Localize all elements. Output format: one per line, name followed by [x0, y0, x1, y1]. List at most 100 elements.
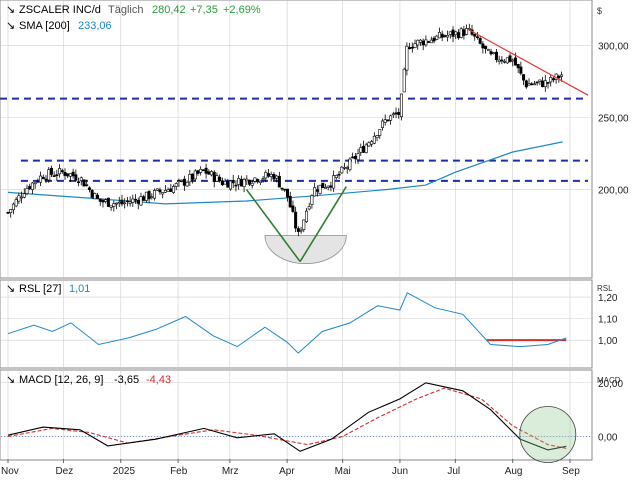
candle-body	[421, 40, 425, 46]
candle-body	[218, 176, 222, 182]
price-change-pct: +2,69%	[223, 4, 261, 16]
x-tick-label: Aug	[505, 466, 523, 477]
candle-body	[85, 184, 89, 187]
candle-body	[291, 205, 295, 212]
x-tick-label: Feb	[170, 466, 188, 477]
price-change: +7,35	[190, 4, 218, 16]
candle-body	[397, 112, 401, 115]
chart-period: Täglich	[108, 4, 143, 16]
candle-body	[96, 194, 100, 199]
candle-body	[134, 198, 138, 201]
candle-body	[39, 175, 43, 183]
candle-body	[128, 201, 132, 204]
candle-body	[22, 193, 26, 198]
candle-body	[280, 187, 284, 190]
candle-body	[432, 37, 436, 42]
candle-body	[345, 167, 349, 169]
candle-body	[494, 51, 498, 60]
sma-label: SMA [200]	[19, 20, 70, 32]
macd-highlight-circle	[519, 406, 577, 463]
candle-body	[323, 187, 327, 189]
candle-body	[364, 144, 368, 153]
candle-body	[546, 82, 550, 84]
candle-body	[437, 32, 441, 39]
candle-body	[267, 173, 271, 177]
candle-body	[402, 68, 406, 93]
rsl-header: ↘ RSL [27] 1,01 RSL	[6, 283, 613, 295]
candle-body	[481, 43, 485, 49]
rsl-tick-label: 1,20	[598, 293, 618, 304]
candle-body	[93, 193, 97, 200]
candle-body	[155, 188, 159, 191]
candle-body	[299, 229, 303, 232]
candle-body	[359, 147, 363, 153]
candle-body	[500, 59, 504, 62]
candle-body	[248, 179, 252, 185]
candle-body	[163, 189, 167, 193]
candle-body	[261, 178, 265, 181]
candle-body	[11, 203, 15, 211]
candle-body	[508, 55, 512, 62]
candle-body	[90, 189, 94, 198]
candle-body	[33, 182, 37, 185]
candle-body	[383, 119, 387, 123]
candle-body	[408, 47, 412, 50]
candle-body	[258, 180, 262, 183]
sma-value: 233,06	[78, 20, 112, 32]
x-tick-label: Sep	[562, 466, 580, 477]
candle-body	[511, 59, 515, 62]
candle-body	[169, 188, 173, 192]
candle-body	[250, 182, 254, 186]
candle-body	[378, 129, 382, 136]
candle-body	[82, 179, 86, 187]
candle-body	[229, 180, 233, 190]
candle-body	[489, 51, 493, 55]
candle-body	[332, 175, 336, 189]
candle-body	[503, 61, 507, 63]
sma-icon: ↘	[6, 20, 15, 32]
candle-body	[424, 39, 428, 46]
candle-body	[77, 181, 81, 184]
price-tick-label: 200,00	[598, 185, 629, 196]
candle-body	[237, 178, 241, 185]
candle-body	[549, 77, 553, 83]
candle-body	[541, 80, 545, 88]
rsl-tick-label: 1,10	[598, 315, 618, 326]
candle-body	[87, 187, 91, 190]
candle-body	[418, 39, 422, 43]
candle-body	[136, 200, 140, 204]
candle-body	[310, 195, 314, 205]
candle-body	[161, 192, 165, 195]
candle-body	[302, 219, 306, 230]
rsl-tick-label: 1,00	[598, 336, 618, 347]
price-axis-ticks: 200,00 250,00 300,00	[598, 41, 629, 196]
candle-body	[435, 35, 439, 40]
candle-body	[486, 49, 490, 51]
candle-body	[465, 28, 469, 35]
candle-body	[125, 200, 129, 203]
candle-body	[120, 199, 124, 205]
candle-body	[340, 166, 344, 174]
candle-body	[522, 74, 526, 81]
candle-body	[41, 176, 45, 180]
candle-body	[239, 178, 243, 187]
price-tick-label: 250,00	[598, 113, 629, 124]
candle-body	[104, 199, 108, 202]
rsl-axis-ticks: 1,00 1,10 1,20	[598, 293, 618, 347]
candle-body	[478, 37, 482, 44]
stock-chart-svg: 200,00 250,00 300,00 1,00 1,10 1,20 0,0020,0…	[0, 0, 629, 477]
candle-body	[519, 66, 523, 74]
candle-body	[63, 171, 67, 176]
candle-body	[318, 184, 322, 194]
candle-body	[117, 201, 121, 204]
candle-body	[446, 34, 450, 38]
candle-body	[410, 46, 414, 49]
candle-body	[440, 33, 444, 38]
candle-body	[492, 52, 496, 54]
candle-body	[370, 141, 374, 145]
candle-body	[245, 178, 249, 182]
candle-body	[207, 171, 211, 175]
rounded-bottom-shading	[264, 235, 347, 264]
candle-body	[25, 188, 29, 194]
candle-body	[74, 174, 78, 181]
